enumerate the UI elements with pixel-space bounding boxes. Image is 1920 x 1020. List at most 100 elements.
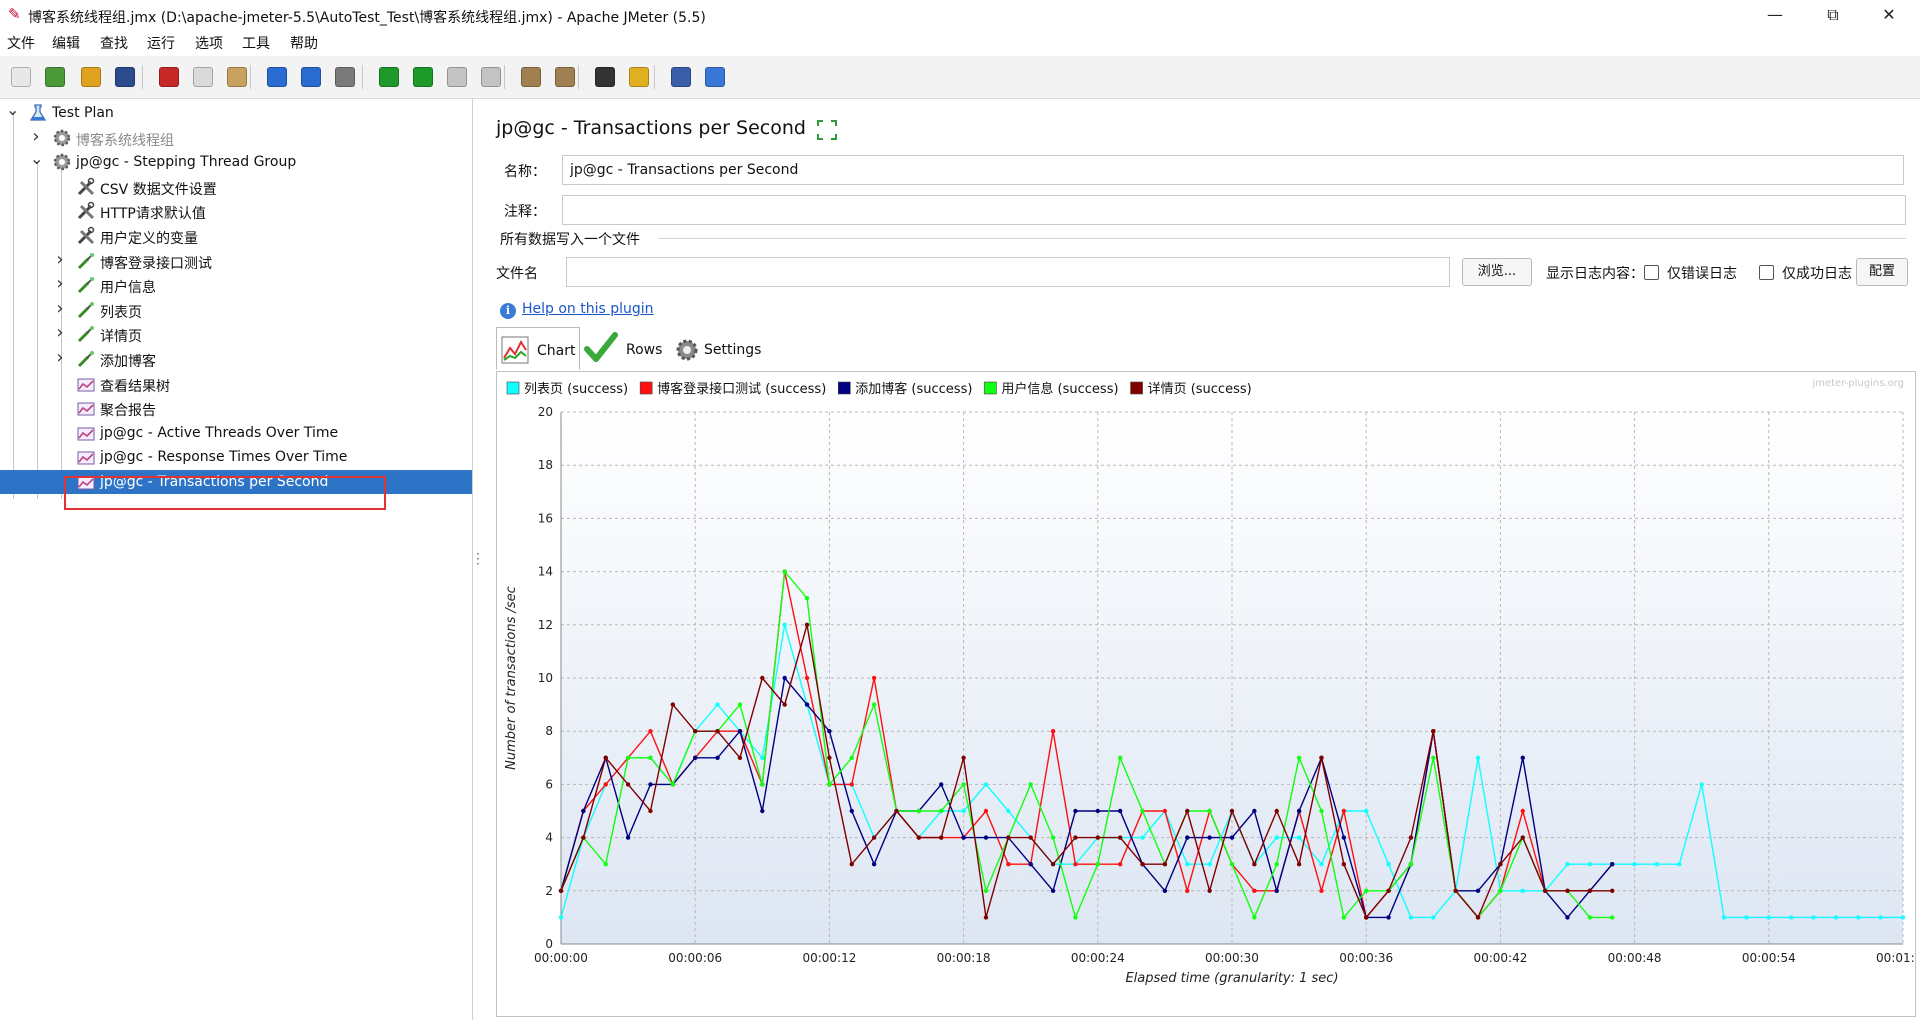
templates-button[interactable]	[42, 64, 68, 90]
collapse-all-button[interactable]	[298, 64, 324, 90]
data-point	[1117, 835, 1123, 840]
open-button[interactable]	[78, 64, 104, 90]
tree-node[interactable]: 用户定义的变量	[0, 224, 472, 248]
tree-node[interactable]: › 列表页	[0, 298, 472, 322]
start-button[interactable]	[376, 64, 402, 90]
data-point	[1319, 808, 1324, 814]
y-tick-label: 6	[545, 777, 553, 791]
data-point	[1073, 835, 1078, 840]
maximize-button[interactable]: ⧉	[1810, 0, 1856, 30]
data-point	[715, 729, 720, 734]
errors-only-checkbox[interactable]	[1644, 265, 1659, 280]
chevron-right-icon[interactable]: ›	[54, 298, 66, 319]
toggle-button[interactable]	[332, 64, 358, 90]
chevron-right-icon[interactable]: ›	[54, 347, 66, 368]
x-tick-label: 00:00:30	[1205, 951, 1259, 965]
tree-node[interactable]: › 用户信息	[0, 273, 472, 297]
tree-node[interactable]: CSV 数据文件设置	[0, 175, 472, 199]
tree-node[interactable]: › 添加博客	[0, 347, 472, 371]
main-panel: jp@gc - Transactions per Second 名称： 注释： …	[482, 99, 1920, 1020]
toolbar-separator	[142, 65, 143, 89]
tree-node[interactable]: ⌄ jp@gc - Stepping Thread Group	[0, 149, 472, 174]
data-point	[1341, 862, 1347, 867]
function-helper-button[interactable]	[668, 64, 694, 90]
tab-settings[interactable]: Settings	[672, 327, 772, 370]
thread-group-icon	[52, 152, 72, 172]
start-no-pauses-button[interactable]	[410, 64, 436, 90]
new-button[interactable]	[8, 64, 34, 90]
menu-tools[interactable]: 工具	[242, 33, 270, 53]
paste-button[interactable]	[224, 64, 250, 90]
stop-button[interactable]	[444, 64, 470, 90]
copy-button[interactable]	[190, 64, 216, 90]
shutdown-button[interactable]	[478, 64, 504, 90]
expand-all-button[interactable]	[264, 64, 290, 90]
chevron-right-icon[interactable]: ›	[30, 126, 42, 147]
data-point	[1610, 915, 1615, 920]
data-point	[916, 808, 922, 814]
name-field[interactable]	[562, 155, 1904, 185]
menu-help[interactable]: 帮助	[290, 33, 318, 53]
close-button[interactable]: ✕	[1866, 0, 1912, 30]
browse-button[interactable]: 浏览...	[1462, 258, 1532, 286]
legend-swatch	[506, 381, 520, 395]
data-point	[1475, 915, 1481, 920]
success-only-checkbox[interactable]	[1759, 265, 1774, 280]
data-point	[871, 835, 877, 840]
tree-node-label: HTTP请求默认值	[100, 206, 206, 223]
tree-node[interactable]: ⌄ Test Plan	[0, 100, 472, 125]
data-point	[1364, 888, 1369, 893]
data-point	[558, 915, 564, 920]
cut-button[interactable]	[156, 64, 182, 90]
tree-node-label: jp@gc - Active Threads Over Time	[100, 424, 339, 441]
data-point	[1095, 808, 1100, 814]
filename-field[interactable]	[566, 257, 1450, 287]
save-button[interactable]	[112, 64, 138, 90]
chevron-right-icon[interactable]: ›	[54, 273, 66, 294]
clear-button[interactable]	[518, 64, 544, 90]
maximize-panel-icon[interactable]	[816, 119, 838, 141]
legend-label: 添加博客 (success)	[855, 381, 972, 397]
menu-edit[interactable]: 编辑	[52, 33, 80, 53]
data-point	[782, 622, 787, 627]
data-point	[1364, 808, 1369, 814]
tab-chart[interactable]: Chart	[496, 327, 580, 370]
menu-file[interactable]: 文件	[7, 33, 35, 53]
data-point	[849, 862, 854, 867]
menu-run[interactable]: 运行	[147, 33, 175, 53]
tree-node[interactable]: jp@gc - Response Times Over Time	[0, 445, 472, 469]
chevron-down-icon[interactable]: ⌄	[30, 149, 43, 168]
data-point	[1520, 755, 1525, 760]
pane-splitter-handle[interactable]: · · ·	[476, 548, 480, 570]
menu-options[interactable]: 选项	[195, 33, 223, 53]
chevron-right-icon[interactable]: ›	[54, 249, 66, 270]
tree-node[interactable]: › 博客系统线程组	[0, 126, 472, 150]
tree-node-label: 聚合报告	[100, 403, 156, 420]
tree-node[interactable]: › 博客登录接口测试	[0, 249, 472, 273]
help-link[interactable]: Help on this plugin	[522, 301, 654, 317]
tree-node-label: 博客登录接口测试	[100, 255, 212, 272]
reset-search-button[interactable]	[626, 64, 652, 90]
tree-node[interactable]: 查看结果树	[0, 372, 472, 396]
comment-field[interactable]	[562, 195, 1906, 225]
tree-node[interactable]: jp@gc - Active Threads Over Time	[0, 421, 472, 445]
clear-all-button[interactable]	[552, 64, 578, 90]
menu-search[interactable]: 查找	[100, 33, 128, 53]
data-point	[760, 675, 765, 681]
tree-node[interactable]: 聚合报告	[0, 396, 472, 420]
title-bar: ✎ 博客系统线程组.jmx (D:\apache-jmeter-5.5\Auto…	[0, 0, 1920, 30]
tab-rows[interactable]: Rows	[584, 327, 668, 370]
chevron-down-icon[interactable]: ⌄	[6, 100, 19, 119]
minimize-button[interactable]: —	[1752, 0, 1798, 30]
configure-button[interactable]: 配置	[1856, 258, 1908, 286]
data-point	[1296, 862, 1302, 867]
data-point	[737, 702, 743, 707]
chevron-right-icon[interactable]: ›	[54, 322, 66, 343]
data-point	[1207, 808, 1212, 814]
help-button[interactable]	[702, 64, 728, 90]
tree-node-label: 博客系统线程组	[76, 132, 174, 149]
tree-node[interactable]: › 详情页	[0, 322, 472, 346]
search-button[interactable]	[592, 64, 618, 90]
data-point	[648, 755, 653, 760]
tree-node[interactable]: HTTP请求默认值	[0, 199, 472, 223]
